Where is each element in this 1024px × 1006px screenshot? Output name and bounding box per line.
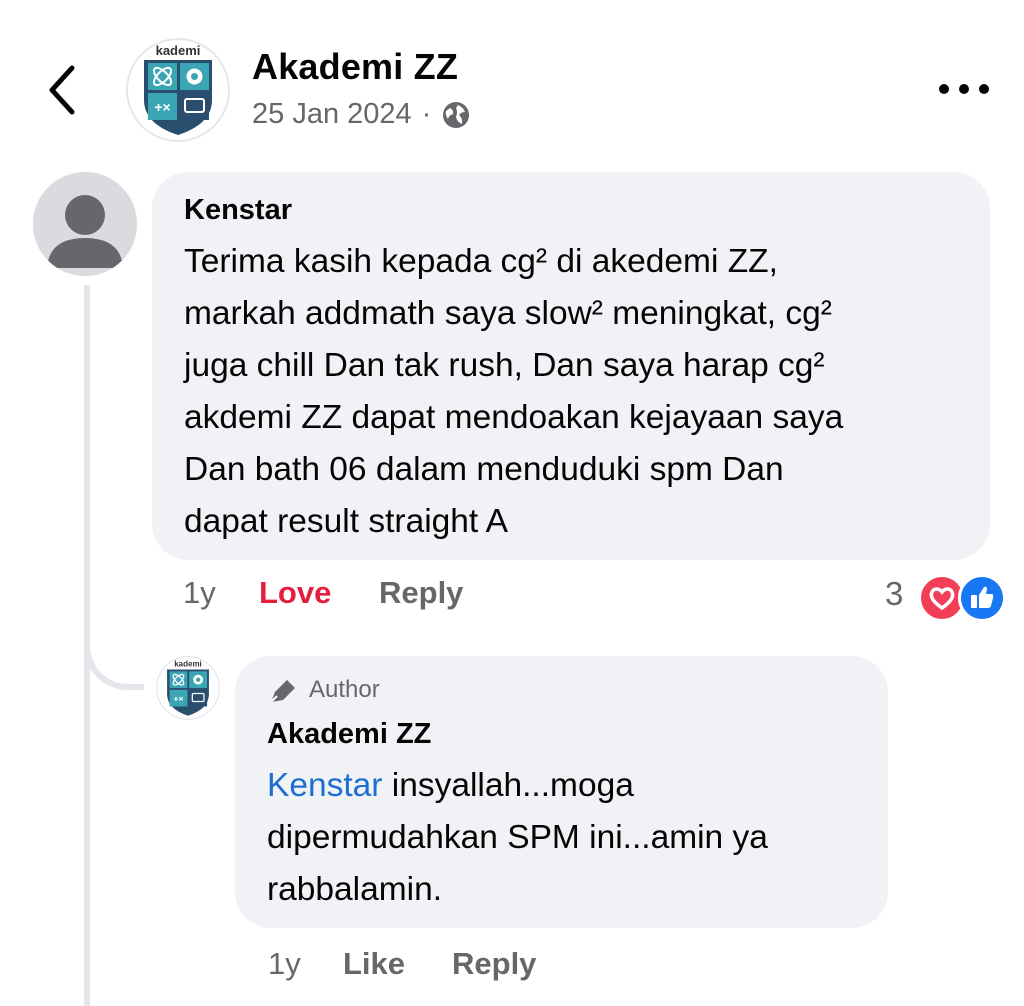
logo-text: kademi xyxy=(174,659,202,668)
more-horizontal-icon xyxy=(939,84,989,94)
more-options-button[interactable] xyxy=(936,76,992,102)
page-avatar[interactable]: kademi +× xyxy=(126,38,230,142)
back-button[interactable] xyxy=(40,60,84,120)
reply-button[interactable]: Reply xyxy=(379,575,463,611)
reply-to-reply-button[interactable]: Reply xyxy=(452,946,536,982)
svg-text:+×: +× xyxy=(154,99,170,115)
page-name[interactable]: Akademi ZZ xyxy=(252,46,458,88)
chevron-left-icon xyxy=(49,65,75,115)
mention-link[interactable]: Kenstar xyxy=(267,767,382,804)
default-avatar-icon xyxy=(33,172,137,276)
meta-separator: · xyxy=(421,98,432,130)
pen-icon xyxy=(270,680,295,703)
comment-text: Terima kasih kepada cg² di akedemi ZZ, m… xyxy=(184,243,844,540)
akademi-logo: kademi +× xyxy=(126,38,230,142)
post-date[interactable]: 25 Jan 2024 xyxy=(252,98,412,131)
svg-text:+×: +× xyxy=(173,694,183,704)
comment-author[interactable]: Kenstar xyxy=(184,194,292,227)
globe-icon xyxy=(443,101,470,128)
comment-timestamp[interactable]: 1y xyxy=(183,575,216,611)
logo-text: kademi xyxy=(156,43,201,58)
commenter-avatar[interactable] xyxy=(33,172,137,276)
reply-text: Kenstar insyallah...moga dipermudahkan S… xyxy=(267,760,867,916)
like-button[interactable]: Like xyxy=(343,946,405,982)
love-reaction-button[interactable]: Love xyxy=(259,575,331,611)
thumbs-up-icon xyxy=(958,574,1006,622)
reply-author[interactable]: Akademi ZZ xyxy=(267,718,431,751)
post-meta: 25 Jan 2024 · xyxy=(252,98,471,131)
author-badge: Author xyxy=(267,676,380,704)
author-avatar[interactable]: kademi +× xyxy=(156,656,220,720)
akademi-logo-small: kademi +× xyxy=(156,656,220,720)
reaction-count[interactable]: 3 xyxy=(885,575,903,613)
reply-timestamp[interactable]: 1y xyxy=(268,946,301,982)
thread-connector xyxy=(84,600,144,690)
author-badge-label: Author xyxy=(309,676,380,703)
